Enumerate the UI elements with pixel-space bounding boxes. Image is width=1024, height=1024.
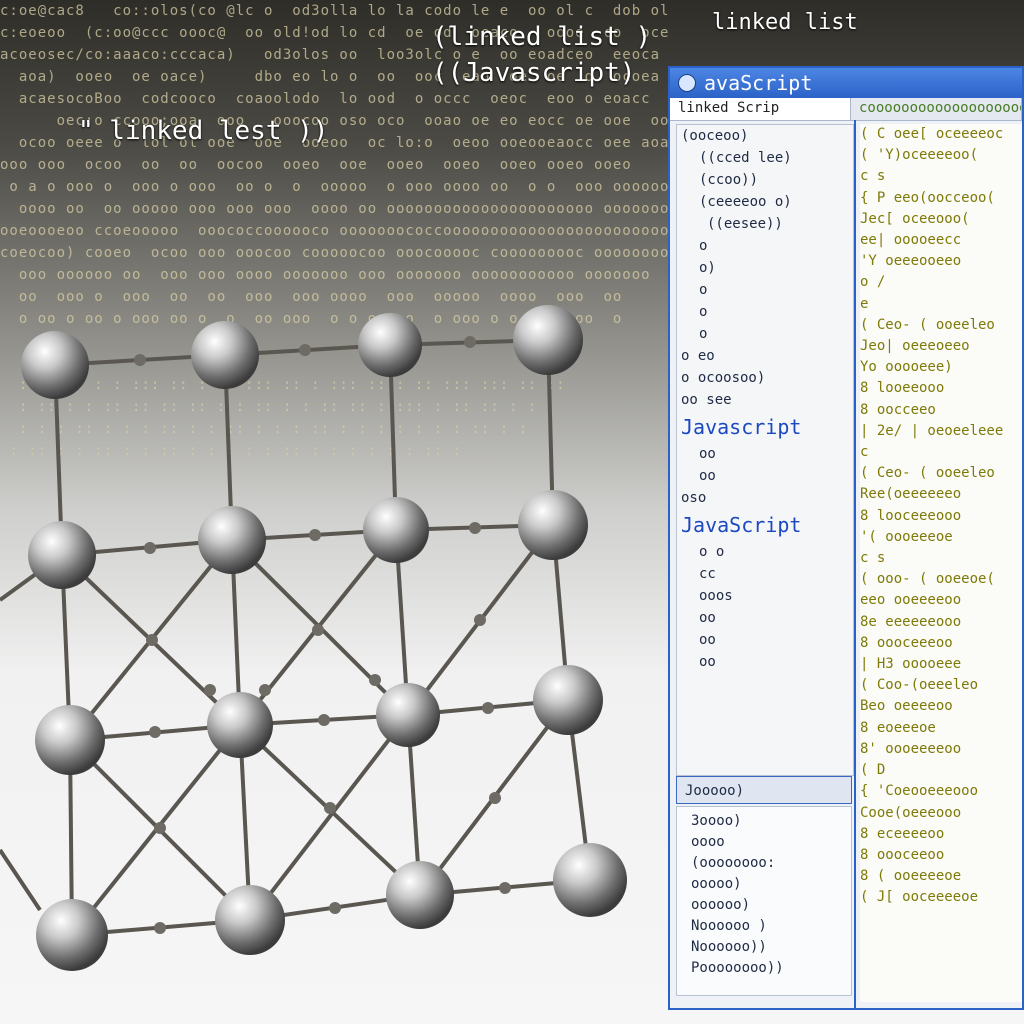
explorer-item[interactable]: (ceeeeoo o): [677, 191, 853, 213]
code-line: 8 oooceeoo: [860, 846, 945, 863]
code-line: Cooe(oeeeooo: [860, 804, 962, 821]
code-line: ee| ooooeecc: [860, 232, 962, 249]
code-line: 8 oocceeo: [860, 401, 936, 418]
output-panel: 3oooo) oooo (oooooooo: ooooo) oooooo) Noooooo…: [676, 806, 852, 996]
explorer-item[interactable]: o: [677, 235, 853, 257]
caption-linked-list-top: (linked list ): [432, 22, 652, 52]
background-code-line: ooo ooo ocoo oo oo oocoo ooeo ooe ooeo o…: [0, 157, 632, 173]
background-code-line: o a o ooo o ooo o ooo oo o o ooooo o ooo…: [0, 179, 670, 195]
code-line: 'Y oeeeooeeo: [860, 253, 962, 270]
code-line: 8 eceeeeoo: [860, 825, 945, 842]
output-row: Noooooo ): [691, 918, 767, 934]
explorer-item[interactable]: oo: [677, 443, 853, 465]
caption-javascript-top: ((Javascript): [432, 58, 636, 88]
code-line: { P eeo(oocceoo(: [860, 189, 995, 206]
code-line: ( 'Y)oceeeeoo(: [860, 147, 979, 164]
explorer-item-keyword[interactable]: Javascript: [677, 411, 853, 443]
explorer-item[interactable]: oso: [677, 487, 853, 509]
explorer-item[interactable]: oo: [677, 465, 853, 487]
explorer-item[interactable]: o: [677, 323, 853, 345]
explorer-item[interactable]: oo: [677, 607, 853, 629]
caption-linked-list-left: " linked lest )): [78, 116, 329, 146]
explorer-item-keyword[interactable]: JavaScript: [677, 509, 853, 541]
code-line: 8 looceeeooo: [860, 507, 962, 524]
lattice-bonds: [0, 338, 592, 937]
code-line: 8' oooeeeeoo: [860, 740, 962, 757]
code-line: Ree(oeeeeeeo: [860, 486, 962, 503]
explorer-item[interactable]: o ocoosoo): [677, 367, 853, 389]
background-code-line: ooeoooeoo ccoeooooo ooococcoooooco ooooo…: [0, 223, 670, 239]
background-code-line: c:oe@cac8 co::olos(co @lc o od3olla lo l…: [0, 3, 670, 19]
caption-linked-list-right: linked list: [712, 10, 858, 35]
editor-titlebar[interactable]: avaScript: [670, 68, 1022, 98]
code-line: ( D: [860, 762, 886, 779]
code-line: Beo oeeeeoo: [860, 698, 953, 715]
output-panel-header[interactable]: Jooooo): [676, 776, 852, 804]
explorer-item[interactable]: ((eesee)): [677, 213, 853, 235]
code-line: c s: [860, 550, 886, 567]
code-pane[interactable]: ( C oee[ oceeeeoc ( 'Y)oceeeeoo( c s { P ee…: [860, 124, 1022, 1002]
code-line: Jeo| oeeeoeeo: [860, 338, 970, 355]
output-row: Noooooo)): [691, 939, 767, 955]
explorer-item[interactable]: cc: [677, 563, 853, 585]
code-line: o /: [860, 274, 886, 291]
explorer-item[interactable]: o: [677, 301, 853, 323]
code-line: 8 looeeooo: [860, 380, 945, 397]
explorer-item[interactable]: (ccoo)): [677, 169, 853, 191]
code-line: ( ooo- ( ooeeoe(: [860, 571, 995, 588]
code-line: { 'Coeooeeeooo: [860, 783, 979, 800]
code-line: 8 oooceeeoo: [860, 634, 953, 651]
explorer-item[interactable]: oo see: [677, 389, 853, 411]
explorer-item[interactable]: o o: [677, 541, 853, 563]
code-line: 8e eeeeeeooo: [860, 613, 962, 630]
output-row: oooo: [691, 834, 725, 850]
output-row: ooooo): [691, 876, 742, 892]
app-icon: [678, 74, 696, 92]
code-line: c: [860, 444, 869, 461]
output-row: Poooooooo)): [691, 960, 784, 976]
explorer-item[interactable]: oo: [677, 629, 853, 651]
output-row: (oooooooo:: [691, 855, 776, 871]
editor-title: avaScript: [704, 71, 813, 95]
code-line: ( Ceo- ( ooeeleo: [860, 465, 995, 482]
code-line: 8 ( ooeeeeoe: [860, 868, 962, 885]
explorer-item[interactable]: ooos: [677, 585, 853, 607]
code-line: 8 eoeeeoe: [860, 719, 936, 736]
explorer-item[interactable]: o: [677, 279, 853, 301]
code-line: Yo ooooeee): [860, 359, 953, 376]
explorer-item[interactable]: (ooceoo): [677, 125, 853, 147]
code-line: eeo ooeeeeoo: [860, 592, 962, 609]
output-row: oooooo): [691, 897, 751, 913]
output-row: 3oooo): [691, 813, 742, 829]
explorer-item[interactable]: oo: [677, 651, 853, 673]
code-line: e: [860, 295, 869, 312]
code-line: '( oooeeeoe: [860, 528, 953, 545]
code-line: ( C oee[ oceeeeoc: [860, 126, 1004, 142]
tab-linked-script[interactable]: linked Scrip: [670, 98, 851, 120]
code-line: ( Ceo- ( ooeeleo: [860, 316, 995, 333]
explorer-item[interactable]: o eo: [677, 345, 853, 367]
explorer-item[interactable]: ((cced lee): [677, 147, 853, 169]
code-editor-window: avaScript linked Scrip coooooooooooooooo…: [668, 66, 1024, 1010]
code-line: c s: [860, 168, 886, 185]
explorer-item[interactable]: o): [677, 257, 853, 279]
background-code-line: oooo oo oo ooooo ooo ooo ooo oooo oo ooo…: [0, 201, 670, 217]
background-code-line: coeocoo) cooeo ocoo ooo ooocoo cooooocoo…: [0, 245, 670, 261]
code-line: | H3 ooooeee: [860, 656, 962, 673]
project-explorer-panel: (ooceoo) ((cced lee) (ccoo)) (ceeeeoo o) ((e…: [676, 124, 854, 776]
code-line: ( J[ ooceeeeoe: [860, 889, 979, 906]
lattice-nodes: [21, 305, 627, 971]
code-line: ( Coo-(oeeeleo: [860, 677, 979, 694]
lattice-connectors: [134, 336, 511, 934]
pane-splitter[interactable]: [854, 120, 856, 1008]
background-code-line: acaesocoBoo codcooco coaoolodo lo ood o …: [0, 91, 670, 107]
editor-tabbar: linked Scrip coooooooooooooooooooooo: [670, 98, 1022, 121]
tab-secondary[interactable]: coooooooooooooooooooooo: [851, 98, 1022, 120]
code-line: | 2e/ | oeoeeleee: [860, 422, 1004, 439]
linked-node-lattice-illustration: [0, 305, 627, 971]
code-line: Jec[ oceeooo(: [860, 210, 970, 227]
background-code-line: ooo oooooo oo ooo ooo oooo ooooooo ooo o…: [0, 267, 651, 283]
